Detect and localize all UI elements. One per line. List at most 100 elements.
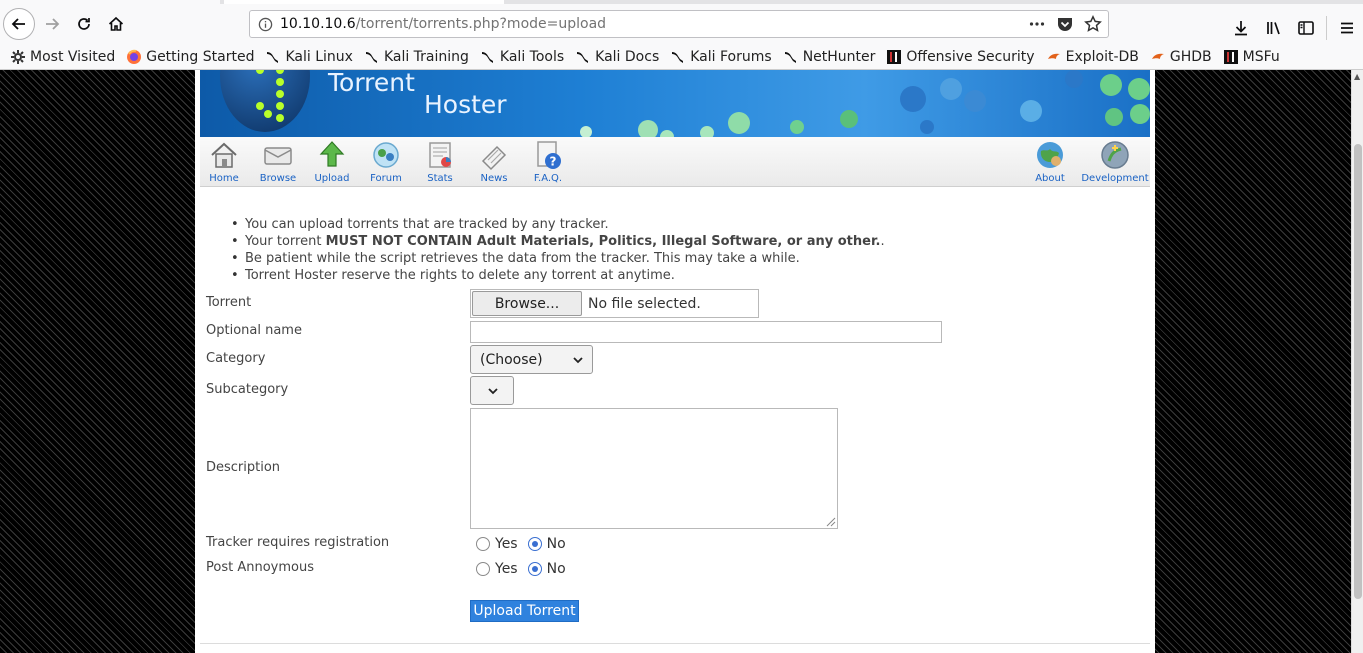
footer-divider: [200, 643, 1150, 644]
url-bar[interactable]: 10.10.10.6/torrent/torrents.php?mode=upl…: [249, 10, 1109, 38]
menu-item-home[interactable]: Home: [202, 139, 246, 185]
description-textarea[interactable]: [470, 408, 838, 529]
bookmark-item[interactable]: Kali Tools: [480, 49, 564, 65]
menu-item-forum[interactable]: Forum: [364, 139, 408, 185]
page-viewport: Torrent Hoster Home Browse Upload Forum …: [0, 70, 1363, 653]
no-label: No: [546, 536, 566, 552]
bookmarks-toolbar: Most Visited Getting Started Kali Linux Kal…: [0, 44, 1363, 70]
forward-button[interactable]: [36, 8, 68, 40]
menu-item-stats[interactable]: Stats: [418, 139, 462, 185]
library-icon: [1267, 22, 1280, 35]
tracker-registration-label: Tracker requires registration: [206, 535, 390, 550]
offsec-icon: [1223, 49, 1239, 65]
pocket-icon[interactable]: [1056, 15, 1074, 33]
bookmark-item[interactable]: Kali Training: [364, 49, 469, 65]
page-scrollbar[interactable]: ▲: [1351, 70, 1363, 653]
bookmark-item[interactable]: NetHunter: [783, 48, 876, 65]
menu-item-label: About: [1035, 173, 1065, 184]
menu-item-label: Upload: [314, 173, 350, 184]
menu-item-label: News: [480, 173, 508, 184]
downloads-button[interactable]: [1225, 12, 1257, 44]
browse-button[interactable]: Browse...: [472, 291, 582, 316]
bookmark-item[interactable]: Most Visited: [10, 49, 115, 65]
url-text[interactable]: 10.10.10.6/torrent/torrents.php?mode=upl…: [280, 16, 606, 32]
category-label: Category: [206, 351, 266, 366]
url-actions: [1028, 15, 1102, 33]
menu-item-news[interactable]: News: [472, 139, 516, 185]
scrollbar-thumb[interactable]: [1354, 144, 1362, 599]
torrent-label: Torrent: [206, 295, 252, 310]
home-button[interactable]: [100, 8, 132, 40]
rule-text: Be patient while the script retrieves th…: [245, 251, 800, 266]
optional-name-input[interactable]: [470, 321, 942, 343]
tracker-registration-yes-radio[interactable]: [476, 537, 490, 551]
reload-icon: [78, 18, 90, 30]
bookmark-item[interactable]: Kali Linux: [265, 49, 353, 65]
back-button[interactable]: [3, 8, 35, 40]
rule-item: Be patient while the script retrieves th…: [231, 250, 885, 267]
kali-dragon-icon: [575, 49, 591, 65]
scroll-up-icon[interactable]: ▲: [1354, 72, 1360, 81]
bookmark-label: Getting Started: [146, 48, 255, 65]
toolbar-right: [1225, 8, 1363, 48]
menu-item-development[interactable]: Development: [1081, 139, 1149, 185]
rule-item: You can upload torrents that are tracked…: [231, 216, 885, 233]
reload-button[interactable]: [68, 8, 100, 40]
description-label: Description: [206, 460, 281, 475]
offsec-icon: [886, 49, 902, 65]
site-info-icon[interactable]: [250, 17, 280, 32]
sidebar-button[interactable]: [1290, 12, 1322, 44]
bookmark-item[interactable]: Getting Started: [126, 49, 254, 65]
resize-grip-icon[interactable]: [824, 515, 836, 527]
menu-item-label: Browse: [259, 173, 297, 184]
bookmark-item[interactable]: Offensive Security: [886, 48, 1035, 65]
rule-item: Your torrent MUST NOT CONTAIN Adult Mate…: [231, 233, 885, 250]
subcategory-select[interactable]: [470, 376, 514, 405]
upload-torrent-button[interactable]: Upload Torrent: [470, 600, 579, 622]
menu-item-upload[interactable]: Upload: [310, 139, 354, 185]
post-anonymous-yes-radio[interactable]: [476, 562, 490, 576]
menu-item-browse[interactable]: Browse: [256, 139, 300, 185]
toolbar-divider: [1326, 16, 1327, 40]
bookmark-label: Kali Training: [383, 48, 469, 65]
bookmark-item[interactable]: Kali Forums: [670, 49, 772, 65]
page-actions-icon[interactable]: [1028, 15, 1046, 33]
menu-item-label: F.A.Q.: [533, 173, 563, 184]
browse-icon: [262, 139, 294, 171]
menu-item-faq[interactable]: ? F.A.Q.: [526, 139, 570, 185]
menu-button[interactable]: [1331, 12, 1363, 44]
no-label: No: [546, 561, 566, 577]
news-icon: [478, 139, 510, 171]
site-title-line1: Torrent: [328, 70, 415, 97]
bookmark-label: Offensive Security: [906, 48, 1035, 65]
upload-rules-list: You can upload torrents that are tracked…: [231, 216, 885, 284]
menu-item-about[interactable]: About: [1028, 139, 1072, 185]
bookmark-star-icon[interactable]: [1084, 15, 1102, 33]
navigation-toolbar: 10.10.10.6/torrent/torrents.php?mode=upl…: [0, 4, 1363, 44]
file-status: No file selected.: [588, 295, 701, 312]
kali-dragon-icon: [480, 49, 496, 65]
category-select[interactable]: (Choose): [470, 345, 593, 374]
bookmark-item[interactable]: Kali Docs: [575, 49, 659, 65]
svg-text:?: ?: [550, 155, 557, 169]
menu-item-label: Stats: [427, 173, 453, 184]
library-button[interactable]: [1258, 12, 1290, 44]
exploitdb-icon: [1046, 49, 1062, 65]
rule-item: Torrent Hoster reserve the rights to del…: [231, 267, 885, 284]
tracker-registration-no-radio[interactable]: [527, 537, 542, 551]
bookmark-label: NetHunter: [802, 48, 876, 65]
gear-icon: [10, 49, 26, 65]
bookmark-label: Most Visited: [30, 48, 116, 65]
back-arrow-icon: [11, 18, 25, 30]
site-title-line2: Hoster: [424, 90, 507, 119]
post-anonymous-no-radio[interactable]: [527, 562, 542, 576]
bookmark-label: GHDB: [1169, 48, 1212, 65]
url-path: /torrent/torrents.php?mode=upload: [355, 16, 607, 32]
bookmark-item[interactable]: MSFu: [1223, 49, 1280, 65]
torrent-file-input[interactable]: Browse... No file selected.: [470, 289, 759, 318]
forum-icon: [370, 139, 402, 171]
bookmark-item[interactable]: Exploit-DB: [1046, 49, 1139, 65]
bookmark-item[interactable]: GHDB: [1150, 49, 1212, 65]
development-icon: [1099, 139, 1131, 171]
kali-dragon-icon: [364, 49, 380, 65]
